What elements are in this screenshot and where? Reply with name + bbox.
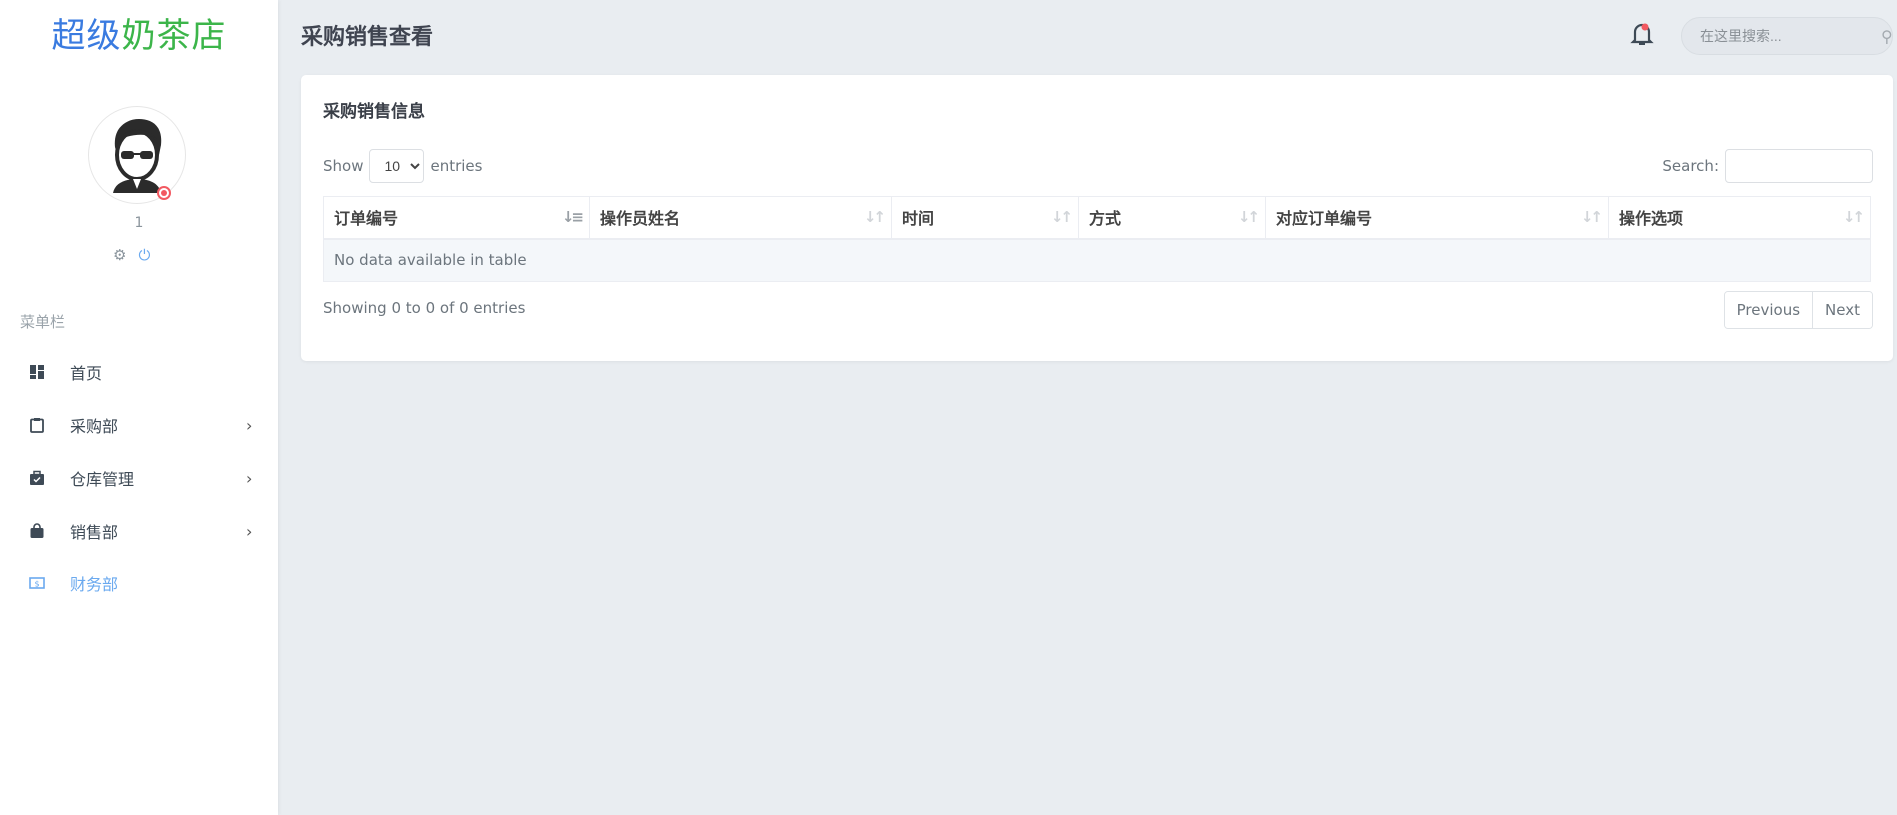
- column-header[interactable]: 操作选项 ↓↑: [1608, 196, 1871, 240]
- shopping-bag-icon: [30, 523, 44, 538]
- logo[interactable]: 超级奶茶店: [0, 8, 278, 57]
- sort-icon: ↓↑: [1842, 208, 1865, 226]
- table-search-input[interactable]: [1725, 149, 1873, 183]
- chevron-right-icon: ›: [246, 521, 253, 541]
- user-avatar-icon: [113, 119, 162, 193]
- gear-icon[interactable]: ⚙: [113, 246, 126, 264]
- column-header[interactable]: 时间 ↓↑: [891, 196, 1079, 240]
- pagination: Previous Next: [1723, 291, 1873, 329]
- avatar[interactable]: [88, 106, 186, 204]
- table-filter: Search:: [1662, 149, 1873, 183]
- sort-icon: ↓↑: [1237, 208, 1260, 226]
- briefcase-check-icon: [30, 470, 44, 485]
- column-header[interactable]: 操作员姓名 ↓↑: [589, 196, 892, 240]
- online-status-icon: [157, 186, 171, 200]
- column-header[interactable]: 对应订单编号 ↓↑: [1265, 196, 1609, 240]
- purchase-sales-card: 采购销售信息 Show 10 entries Search: 订单编号 ↓≡ 操作…: [301, 75, 1893, 361]
- sidebar-item-sales[interactable]: 销售部 ›: [0, 509, 278, 553]
- sidebar-item-home[interactable]: 首页: [0, 350, 278, 394]
- menu-title: 菜单栏: [20, 313, 66, 331]
- sort-icon: ↓↑: [1580, 208, 1603, 226]
- column-header[interactable]: 方式 ↓↑: [1078, 196, 1266, 240]
- sidebar: 超级奶茶店 1 ⚙ ⏻ 菜单栏 首页 采购部 › 仓库管理 › 销售部 › $ …: [0, 0, 278, 815]
- data-table: 订单编号 ↓≡ 操作员姓名 ↓↑ 时间 ↓↑ 方式 ↓↑ 对应订单编号 ↓↑ 操作选项 ↓↑…: [323, 196, 1871, 282]
- column-header[interactable]: 订单编号 ↓≡: [323, 196, 590, 240]
- sidebar-item-warehouse[interactable]: 仓库管理 ›: [0, 456, 278, 500]
- global-search[interactable]: ⚲: [1681, 17, 1893, 55]
- sort-asc-icon: ↓≡: [561, 208, 584, 226]
- search-icon[interactable]: ⚲: [1881, 27, 1893, 46]
- sidebar-item-purchasing[interactable]: 采购部 ›: [0, 403, 278, 447]
- svg-text:$: $: [34, 580, 39, 589]
- chevron-right-icon: ›: [246, 415, 253, 435]
- user-name: 1: [134, 215, 144, 231]
- sidebar-item-finance[interactable]: $ 财务部: [0, 561, 278, 605]
- power-icon[interactable]: ⏻: [138, 246, 150, 264]
- global-search-input[interactable]: [1700, 28, 1881, 44]
- page-title: 采购销售查看: [301, 25, 434, 50]
- clipboard-icon: [30, 418, 44, 433]
- table-info: Showing 0 to 0 of 0 entries: [323, 299, 526, 317]
- entries-length: Show 10 entries: [323, 149, 482, 183]
- card-title: 采购销售信息: [323, 102, 425, 122]
- previous-button[interactable]: Previous: [1724, 292, 1813, 328]
- table-row: No data available in table: [323, 238, 1871, 282]
- chevron-right-icon: ›: [246, 468, 253, 488]
- bell-icon[interactable]: [1630, 20, 1654, 48]
- sort-icon: ↓↑: [863, 208, 886, 226]
- money-icon: $: [29, 577, 45, 589]
- dashboard-icon: [30, 365, 44, 379]
- next-button[interactable]: Next: [1812, 292, 1872, 328]
- empty-message: No data available in table: [323, 238, 1871, 282]
- sort-icon: ↓↑: [1050, 208, 1073, 226]
- entries-select[interactable]: 10: [369, 149, 425, 183]
